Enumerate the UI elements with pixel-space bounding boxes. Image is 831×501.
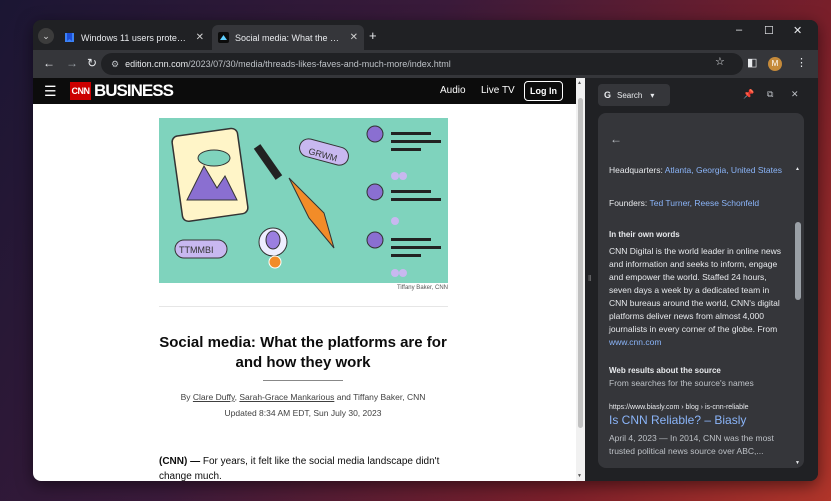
card-scrollbar[interactable]: ▲ ▼: [795, 166, 801, 466]
cnn-link[interactable]: www.cnn.com: [609, 337, 661, 347]
founders-link[interactable]: Ted Turner, Reese Schonfeld: [650, 198, 760, 208]
maximize-button[interactable]: ☐: [764, 24, 774, 37]
byline-suffix: and Tiffany Baker, CNN: [336, 392, 426, 402]
result-snippet: April 4, 2023 — In 2014, CNN was the mos…: [609, 433, 774, 456]
tab-strip: ⌄ Windows 11 users protests as M ✕ Socia…: [33, 20, 818, 50]
google-icon: G: [604, 90, 612, 100]
page-scrollbar[interactable]: ▲ ▼: [576, 78, 585, 481]
hamburger-menu-icon[interactable]: ☰: [44, 83, 57, 100]
updated-timestamp: Updated 8:34 AM EDT, Sun July 30, 2023: [224, 408, 382, 418]
minimize-button[interactable]: –: [736, 24, 742, 36]
pin-icon[interactable]: 📌: [743, 89, 754, 100]
nav-audio[interactable]: Audio: [440, 85, 466, 96]
article-lead: (CNN) — For years, it felt like the soci…: [159, 454, 448, 481]
tab-search-icon[interactable]: ⌄: [38, 28, 54, 44]
image-credit: Tiffany Baker, CNN: [396, 285, 448, 291]
chevron-down-icon: ▾: [650, 90, 655, 100]
section-title[interactable]: BUSINESS: [94, 81, 174, 101]
tab-title: Social media: What the platfor: [235, 32, 344, 43]
tab-close-icon[interactable]: ✕: [196, 32, 204, 43]
panel-resize-handle[interactable]: ‖: [585, 78, 595, 481]
side-panel-icon[interactable]: ◧: [747, 56, 757, 69]
menu-icon[interactable]: ⋮: [796, 56, 807, 69]
founders: Founders: Ted Turner, Reese Schonfeld: [609, 198, 760, 208]
login-button[interactable]: Log In: [524, 81, 563, 101]
scrollbar-thumb[interactable]: [578, 98, 583, 428]
article-headline: Social media: What the platforms are for…: [159, 334, 447, 371]
hero-illustration: GRWM TTMMBI: [159, 118, 448, 283]
nav-live-tv[interactable]: Live TV: [481, 85, 515, 96]
about-source-card: ← Headquarters: Atlanta, Georgia, United…: [598, 113, 804, 468]
grip-icon: ‖: [588, 274, 592, 283]
cnn-logo[interactable]: CNN: [70, 82, 91, 100]
headline-rule: [263, 380, 343, 381]
back-arrow-icon[interactable]: ←: [610, 132, 622, 146]
byline: By Clare Duffy, Sarah-Grace Mankarious a…: [180, 392, 426, 402]
web-results-subtitle: From searches for the source's names: [609, 378, 754, 388]
lead-source: (CNN) —: [159, 456, 201, 467]
web-page: ☰ CNN BUSINESS Audio Live TV Log In GRWM…: [33, 78, 576, 481]
site-info-icon[interactable]: ⚙: [111, 59, 119, 70]
url-path: /2023/07/30/media/threads-likes-faves-an…: [188, 59, 451, 69]
browser-window: ⌄ Windows 11 users protests as M ✕ Socia…: [33, 20, 818, 481]
scroll-down-icon[interactable]: ▼: [795, 460, 800, 466]
tab-close-icon[interactable]: ✕: [350, 32, 358, 43]
reload-button[interactable]: ↻: [87, 56, 97, 70]
forward-button[interactable]: →: [66, 56, 78, 70]
bookmark-star-icon[interactable]: ☆: [715, 55, 725, 68]
toolbar: ← → ↻ ⚙ edition.cnn.com/2023/07/30/media…: [33, 50, 818, 78]
result-title-link[interactable]: Is CNN Reliable? – Biasly: [609, 414, 784, 427]
address-bar[interactable]: ⚙ edition.cnn.com/2023/07/30/media/threa…: [101, 53, 743, 75]
side-panel: G Search ▾ 📌 ⧉ ✕ ← Headquarters: Atlanta…: [595, 78, 818, 481]
close-panel-icon[interactable]: ✕: [791, 89, 799, 100]
open-in-new-tab-icon[interactable]: ⧉: [767, 89, 773, 100]
result-date: April 4, 2023: [609, 433, 657, 443]
lead-text: For years, it felt like the social media…: [159, 456, 440, 481]
author-link[interactable]: Sarah-Grace Mankarious: [239, 392, 334, 402]
side-panel-selector[interactable]: G Search ▾: [598, 84, 670, 106]
scroll-up-icon[interactable]: ▲: [577, 80, 582, 86]
tab-social-media[interactable]: Social media: What the platfor ✕: [212, 25, 364, 50]
selector-label: Search: [617, 90, 643, 100]
scroll-down-icon[interactable]: ▼: [577, 473, 582, 479]
author-link[interactable]: Clare Duffy: [193, 392, 235, 402]
new-tab-button[interactable]: +: [369, 28, 377, 43]
social-media-illustration: GRWM TTMMBI: [171, 125, 441, 277]
tab-title: Windows 11 users protests as M: [81, 32, 190, 43]
scrollbar-thumb[interactable]: [795, 222, 801, 300]
svg-text:TTMMBI: TTMMBI: [179, 245, 214, 255]
web-results-title: Web results about the source: [609, 366, 721, 375]
own-words-text: CNN Digital is the world leader in onlin…: [609, 246, 781, 347]
url-host: edition.cnn.com: [125, 59, 189, 69]
bookmark-favicon-icon: [65, 33, 74, 42]
tab-windows11[interactable]: Windows 11 users protests as M ✕: [58, 25, 210, 50]
profile-avatar[interactable]: M: [768, 57, 782, 71]
hq-link[interactable]: Atlanta, Georgia, United States: [665, 165, 782, 175]
back-button[interactable]: ←: [43, 56, 55, 70]
divider: [159, 306, 448, 307]
scroll-up-icon[interactable]: ▲: [795, 166, 800, 172]
cnn-header: ☰ CNN BUSINESS Audio Live TV Log In: [33, 78, 576, 104]
cnn-favicon-icon: [218, 32, 229, 43]
close-window-button[interactable]: ✕: [793, 24, 802, 37]
own-words-title: In their own words: [609, 230, 680, 239]
byline-prefix: By: [180, 392, 191, 402]
headquarters: Headquarters: Atlanta, Georgia, United S…: [609, 165, 782, 175]
